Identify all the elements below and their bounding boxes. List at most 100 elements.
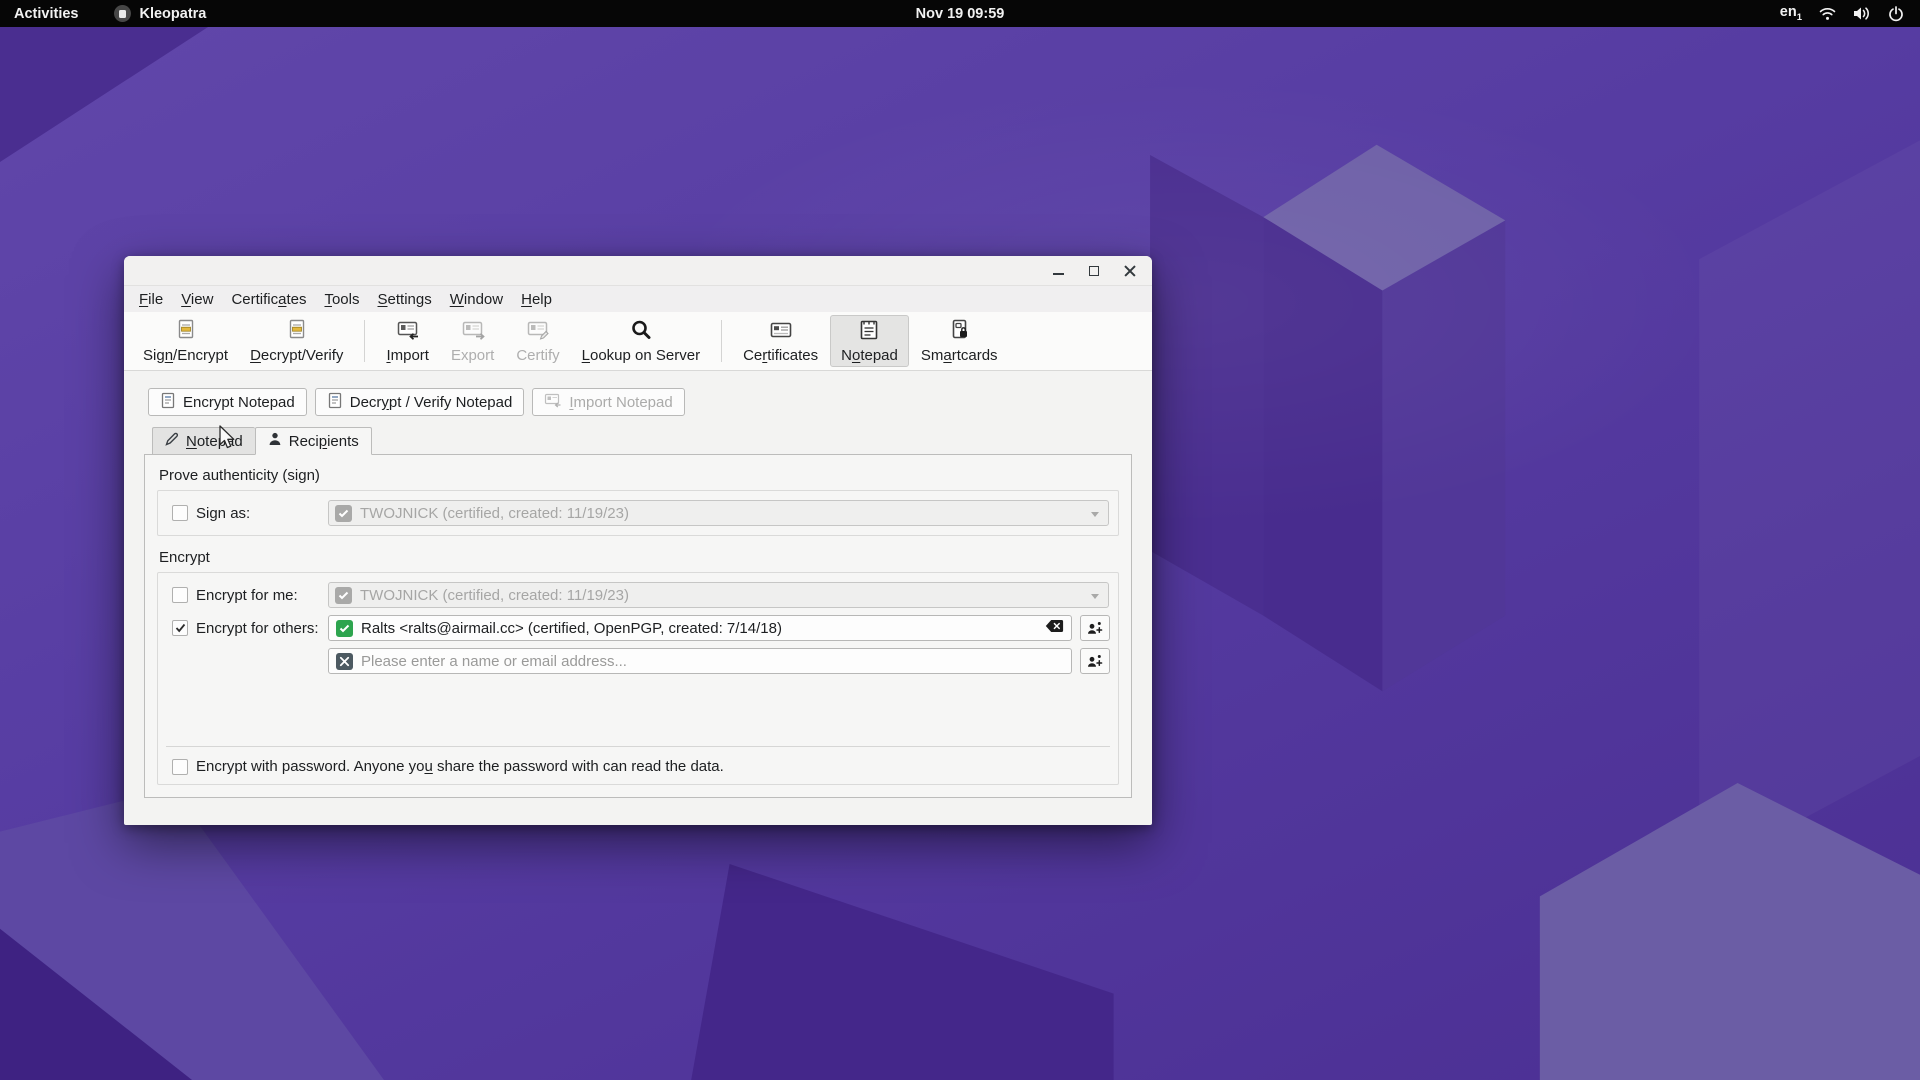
menu-bar: File View Certificates Tools Settings Wi…: [124, 286, 1152, 312]
certificate-check-icon: [335, 505, 352, 522]
certificate-check-icon: [335, 587, 352, 604]
mouse-cursor: [219, 425, 238, 456]
select-certificate-button[interactable]: [1080, 615, 1110, 641]
toolbar-sign-encrypt[interactable]: Sign/Encrypt: [133, 315, 238, 367]
menu-settings[interactable]: Settings: [369, 288, 441, 311]
decrypt-verify-notepad-button[interactable]: Decrypt / Verify Notepad: [315, 388, 525, 416]
encrypt-with-password-label: Encrypt with password. Anyone you share …: [196, 758, 724, 775]
sign-group: Sign as: TWOJNICK (certified, created: 1…: [157, 490, 1119, 536]
recipient-placeholder: Please enter a name or email address...: [361, 653, 1064, 670]
menu-certificates[interactable]: Certificates: [222, 288, 315, 311]
tab-notepad[interactable]: Notepad: [152, 427, 255, 455]
toolbar-label: Certificates: [743, 348, 818, 364]
smartcards-icon: [948, 319, 970, 345]
encrypt-with-password-checkbox[interactable]: [172, 759, 188, 775]
kleopatra-app-icon: [114, 5, 131, 22]
toolbar-label: Sign/Encrypt: [143, 348, 228, 364]
notepad-view: Encrypt Notepad Decrypt / Verify Notepad…: [124, 371, 1152, 798]
toolbar-label: Import: [386, 348, 429, 364]
person-icon: [268, 432, 282, 450]
kleopatra-window: File View Certificates Tools Settings Wi…: [124, 256, 1152, 825]
maximize-icon: [1089, 266, 1099, 276]
search-icon: [630, 319, 652, 345]
chevron-down-icon: [1091, 594, 1099, 599]
recipient-input-empty[interactable]: Please enter a name or email address...: [328, 648, 1072, 674]
keyboard-layout-indicator[interactable]: en1: [1780, 4, 1802, 23]
menu-window[interactable]: Window: [441, 288, 512, 311]
toolbar-label: Smartcards: [921, 348, 998, 364]
toolbar-certify[interactable]: Certify: [506, 315, 569, 367]
tab-label: Recipients: [289, 433, 359, 450]
power-icon[interactable]: [1888, 6, 1904, 22]
encrypt-group: Encrypt for me: TWOJNICK (certified, cre…: [157, 572, 1119, 785]
toolbar-separator: [364, 320, 365, 362]
sign-group-title: Prove authenticity (sign): [157, 465, 1119, 490]
import-notepad-button[interactable]: Import Notepad: [532, 388, 684, 416]
certified-check-icon: [336, 620, 353, 637]
focused-app-menu[interactable]: Kleopatra: [114, 5, 206, 22]
encrypt-for-others-label: Encrypt for others:: [196, 620, 328, 637]
encrypt-group-title: Encrypt: [157, 547, 1119, 572]
notepad-icon: [858, 319, 880, 345]
toolbar-certificates[interactable]: Certificates: [733, 315, 828, 367]
minimize-button[interactable]: [1050, 263, 1066, 279]
encrypt-for-me-combobox[interactable]: TWOJNICK (certified, created: 11/19/23): [328, 582, 1109, 608]
toolbar-notepad[interactable]: Notepad: [830, 315, 909, 367]
button-label: Import Notepad: [569, 394, 672, 411]
encrypt-for-me-value: TWOJNICK (certified, created: 11/19/23): [360, 587, 629, 604]
toolbar-label: Notepad: [841, 348, 898, 364]
document-icon: [160, 392, 176, 413]
import-card-icon: [544, 392, 562, 412]
maximize-button[interactable]: [1086, 263, 1102, 279]
titlebar[interactable]: [124, 256, 1152, 286]
notepad-actions: Encrypt Notepad Decrypt / Verify Notepad…: [124, 371, 1152, 416]
tab-recipients[interactable]: Recipients: [255, 427, 372, 455]
encrypt-for-me-label: Encrypt for me:: [196, 587, 328, 604]
encrypt-for-me-checkbox[interactable]: [172, 587, 188, 603]
menu-view[interactable]: View: [172, 288, 222, 311]
recipient-value: Ralts <ralts@airmail.cc> (certified, Ope…: [361, 620, 1037, 637]
button-label: Encrypt Notepad: [183, 394, 295, 411]
menu-tools[interactable]: Tools: [315, 288, 368, 311]
minimize-icon: [1053, 273, 1064, 275]
chevron-down-icon: [1091, 512, 1099, 517]
toolbar-separator: [721, 320, 722, 362]
decrypt-verify-icon: [286, 319, 308, 345]
select-certificate-button[interactable]: [1080, 648, 1110, 674]
encrypt-notepad-button[interactable]: Encrypt Notepad: [148, 388, 307, 416]
certify-icon: [526, 319, 550, 345]
recipients-pane: Prove authenticity (sign) Sign as: TWOJN…: [144, 454, 1132, 798]
close-button[interactable]: [1122, 263, 1138, 279]
encrypt-for-others-checkbox[interactable]: [172, 620, 188, 636]
import-icon: [396, 319, 420, 345]
sign-as-value: TWOJNICK (certified, created: 11/19/23): [360, 505, 629, 522]
pencil-icon: [165, 432, 179, 450]
clock[interactable]: Nov 19 09:59: [916, 6, 1005, 22]
document-icon: [327, 392, 343, 413]
unresolved-x-icon: [336, 653, 353, 670]
menu-help[interactable]: Help: [512, 288, 561, 311]
toolbar-export[interactable]: Export: [441, 315, 504, 367]
tab-bar: Notepad Recipients: [152, 427, 1152, 455]
wifi-icon[interactable]: [1819, 7, 1836, 21]
sign-as-checkbox[interactable]: [172, 505, 188, 521]
toolbar-import[interactable]: Import: [376, 315, 439, 367]
clear-input-icon[interactable]: [1045, 619, 1064, 637]
sign-as-combobox[interactable]: TWOJNICK (certified, created: 11/19/23): [328, 500, 1109, 526]
volume-icon[interactable]: [1853, 6, 1871, 21]
close-icon: [1124, 265, 1136, 277]
certificates-icon: [769, 319, 793, 345]
recipient-input-filled[interactable]: Ralts <ralts@airmail.cc> (certified, Ope…: [328, 615, 1072, 641]
focused-app-name: Kleopatra: [139, 6, 206, 22]
toolbar-decrypt-verify[interactable]: Decrypt/Verify: [240, 315, 353, 367]
toolbar-label: Decrypt/Verify: [250, 348, 343, 364]
toolbar: Sign/Encrypt Decrypt/Verify Import Expor…: [124, 312, 1152, 371]
activities-button[interactable]: Activities: [14, 6, 78, 22]
recipients-list: Encrypt for others: Ralts <ralts@airmail…: [166, 615, 1110, 747]
sign-as-label: Sign as:: [196, 505, 328, 522]
menu-file[interactable]: File: [130, 288, 172, 311]
top-bar: Activities Kleopatra Nov 19 09:59 en1: [0, 0, 1920, 27]
export-icon: [461, 319, 485, 345]
toolbar-smartcards[interactable]: Smartcards: [911, 315, 1008, 367]
toolbar-lookup-on-server[interactable]: Lookup on Server: [572, 315, 710, 367]
